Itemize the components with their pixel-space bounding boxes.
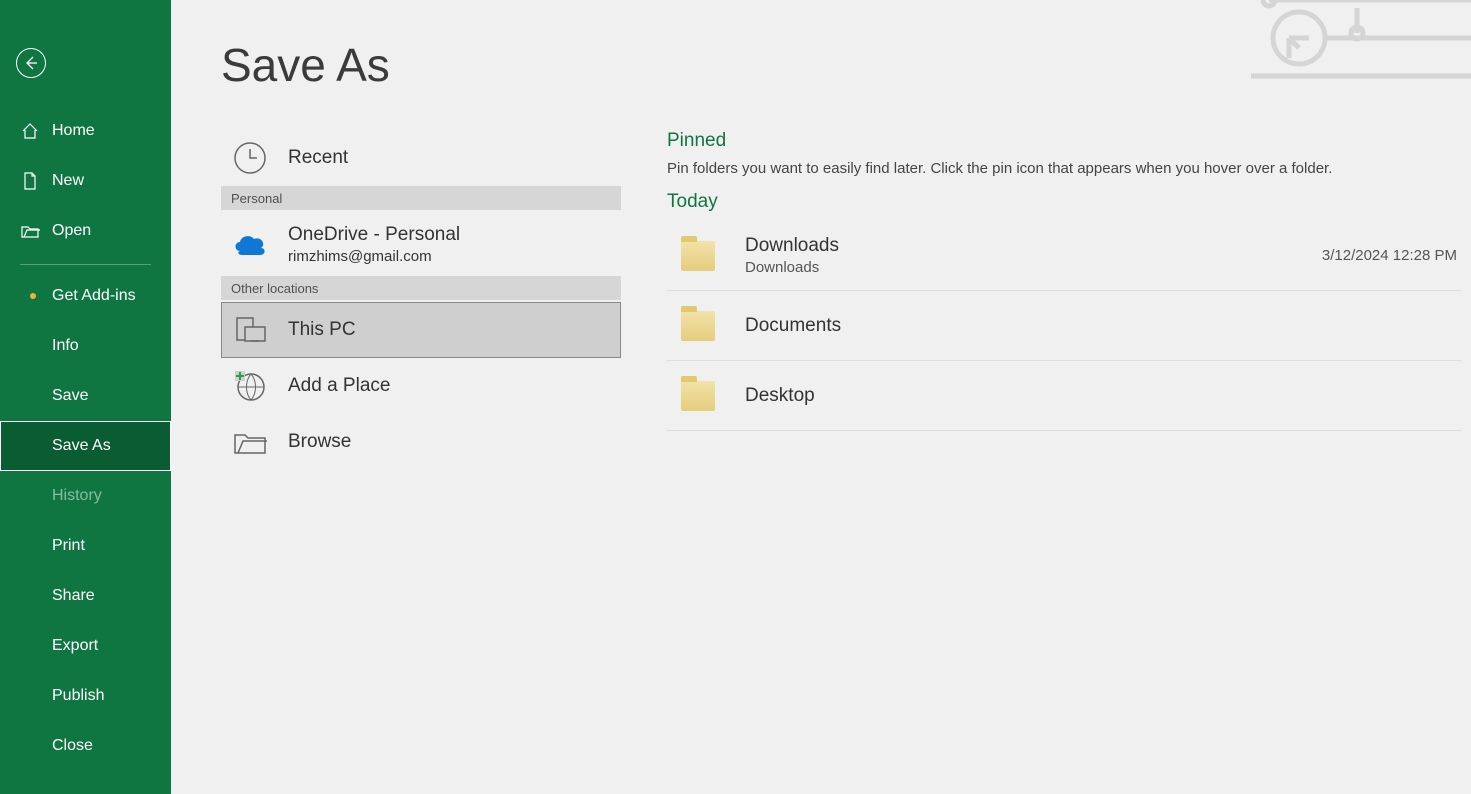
addins-new-badge-icon xyxy=(30,293,36,299)
sidebar-item-export[interactable]: Export xyxy=(0,621,171,671)
sidebar-item-close[interactable]: Close xyxy=(0,721,171,771)
group-today-title: Today xyxy=(667,191,1461,213)
folder-date: 3/12/2024 12:28 PM xyxy=(1322,247,1457,264)
folder-path: Downloads xyxy=(745,259,839,276)
section-header-personal: Personal xyxy=(221,186,621,210)
sidebar-item-label: Export xyxy=(52,637,98,655)
sidebar-item-save-as[interactable]: Save As xyxy=(0,421,171,471)
place-email: rimzhims@gmail.com xyxy=(288,248,460,265)
sidebar-item-label: Print xyxy=(52,537,85,555)
decor-circuit-icon xyxy=(1251,0,1471,90)
place-label: Browse xyxy=(288,431,351,453)
place-add-place[interactable]: Add a Place xyxy=(221,358,621,414)
folder-icon xyxy=(681,311,715,341)
open-icon xyxy=(20,221,40,241)
add-place-icon xyxy=(232,368,268,404)
page-title: Save As xyxy=(221,38,390,92)
section-header-other: Other locations xyxy=(221,276,621,300)
place-label: This PC xyxy=(288,319,356,341)
onedrive-icon xyxy=(232,226,268,262)
sidebar-item-history[interactable]: History xyxy=(0,471,171,521)
browse-icon xyxy=(232,424,268,460)
group-pinned-title: Pinned xyxy=(667,130,1461,152)
folder-row-desktop[interactable]: Desktop xyxy=(667,361,1461,431)
new-icon xyxy=(20,171,40,191)
folder-name: Downloads xyxy=(745,235,839,257)
places-column: Recent Personal OneDrive - Personal rimz… xyxy=(221,130,621,794)
place-recent[interactable]: Recent xyxy=(221,130,621,186)
place-onedrive[interactable]: OneDrive - Personal rimzhims@gmail.com xyxy=(221,212,621,276)
sidebar-item-save[interactable]: Save xyxy=(0,371,171,421)
back-arrow-icon xyxy=(23,55,39,71)
folder-row-downloads[interactable]: Downloads Downloads 3/12/2024 12:28 PM xyxy=(667,221,1461,291)
sidebar-item-new[interactable]: New xyxy=(0,156,171,206)
sidebar-item-label: Close xyxy=(52,737,93,755)
place-label: OneDrive - Personal xyxy=(288,224,460,246)
sidebar-item-label: Get Add-ins xyxy=(52,287,136,305)
sidebar-item-get-addins[interactable]: Get Add-ins xyxy=(0,271,171,321)
sidebar-item-label: Home xyxy=(52,122,95,140)
sidebar-item-label: History xyxy=(52,487,102,505)
place-label: Add a Place xyxy=(288,375,390,397)
main-area: Save As Recent Personal OneDrive - Perso… xyxy=(171,0,1471,794)
back-button[interactable] xyxy=(16,48,46,78)
sidebar-item-print[interactable]: Print xyxy=(0,521,171,571)
sidebar-item-home[interactable]: Home xyxy=(0,106,171,156)
sidebar-separator xyxy=(20,264,151,265)
sidebar-item-label: Open xyxy=(52,222,91,240)
place-label: Recent xyxy=(288,147,348,169)
sidebar-item-label: Save xyxy=(52,387,88,405)
folder-panel: Pinned Pin folders you want to easily fi… xyxy=(667,130,1461,794)
home-icon xyxy=(20,121,40,141)
sidebar-item-label: New xyxy=(52,172,84,190)
place-this-pc[interactable]: This PC xyxy=(221,302,621,358)
sidebar-item-info[interactable]: Info xyxy=(0,321,171,371)
clock-icon xyxy=(232,140,268,176)
pinned-hint: Pin folders you want to easily find late… xyxy=(667,160,1461,177)
folder-icon xyxy=(681,381,715,411)
folder-name: Desktop xyxy=(745,385,815,407)
this-pc-icon xyxy=(232,312,268,348)
sidebar-item-label: Share xyxy=(52,587,95,605)
sidebar-item-label: Save As xyxy=(52,437,111,455)
sidebar-item-label: Info xyxy=(52,337,79,355)
sidebar-item-label: Publish xyxy=(52,687,104,705)
folder-icon xyxy=(681,241,715,271)
sidebar-item-share[interactable]: Share xyxy=(0,571,171,621)
backstage-sidebar: Home New Open Get Add-ins Info Save Save… xyxy=(0,0,171,794)
folder-row-documents[interactable]: Documents xyxy=(667,291,1461,361)
sidebar-item-publish[interactable]: Publish xyxy=(0,671,171,721)
place-browse[interactable]: Browse xyxy=(221,414,621,470)
folder-name: Documents xyxy=(745,315,841,337)
sidebar-item-open[interactable]: Open xyxy=(0,206,171,256)
